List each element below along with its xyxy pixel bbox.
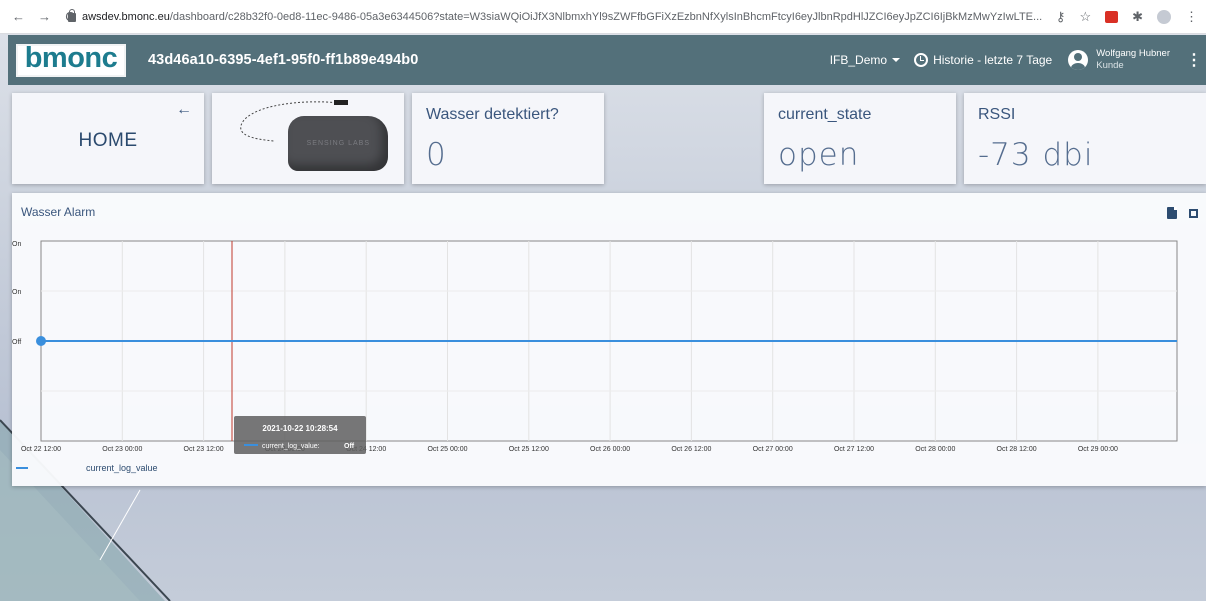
logo-text: bmonc	[24, 41, 118, 74]
export-file-icon[interactable]	[1167, 207, 1177, 219]
series-point	[36, 336, 46, 346]
tooltip-time: 2021-10-22 10:28:54	[262, 424, 338, 433]
x-tick-label: Oct 23 12:00	[184, 446, 224, 453]
rssi-card: RSSI -73 dbi	[964, 93, 1206, 184]
x-tick-label: Oct 26 12:00	[671, 446, 711, 453]
dashboard-select[interactable]: IFB_Demo	[829, 53, 901, 67]
water-detected-value: 0	[426, 137, 447, 173]
water-detected-title: Wasser detektiert?	[426, 106, 559, 123]
chart-legend[interactable]: current_log_value	[16, 463, 158, 473]
x-tick-label: Oct 25 00:00	[427, 446, 467, 453]
current-state-card: current_state open	[764, 93, 956, 184]
sensor-device-image: SENSING LABS	[288, 116, 388, 171]
x-tick-label: Oct 23 00:00	[102, 446, 142, 453]
sensor-brand-text: SENSING LABS	[306, 140, 370, 147]
chart-plot[interactable]: Oct 22 12:00 Oct 23 00:00 Oct 23 12:00 Oct …	[12, 233, 1206, 493]
y-tick-label: Off	[12, 339, 21, 346]
chevron-down-icon	[892, 58, 901, 62]
back-arrow-icon[interactable]: ←	[12, 9, 25, 24]
tooltip-value: Off	[344, 443, 355, 450]
url-path: /dashboard/c28b32f0-0ed8-11ec-9486-05a3e…	[169, 11, 1043, 23]
current-state-title: current_state	[778, 106, 872, 123]
address-bar[interactable]: awsdev.bmonc.eu /dashboard/c28b32f0-0ed8…	[68, 0, 1058, 34]
url-host: awsdev.bmonc.eu	[82, 11, 170, 23]
toolbar-right: IFB_Demo Historie - letzte 7 Tage Wolfga…	[829, 35, 1202, 85]
more-menu-icon[interactable]: ⋮	[1186, 50, 1202, 70]
timewindow-label: Historie - letzte 7 Tage	[933, 53, 1053, 67]
y-tick-label: On	[12, 241, 21, 248]
current-state-value: open	[778, 137, 860, 173]
user-role: Kunde	[1096, 60, 1124, 71]
star-icon[interactable]: ☆	[1079, 9, 1091, 25]
water-detected-card: Wasser detektiert? 0	[412, 93, 604, 184]
user-info[interactable]: Wolfgang Hubner Kunde	[1096, 48, 1170, 72]
browser-chrome: ← → C awsdev.bmonc.eu /dashboard/c28b32f…	[0, 0, 1206, 34]
bmonc-logo[interactable]: bmonc	[16, 41, 126, 77]
legend-label: current_log_value	[86, 463, 158, 473]
app-toolbar: bmonc 43d46a10-6395-4ef1-95f0-ff1b89e494…	[8, 35, 1206, 85]
back-arrow-icon[interactable]: ←	[176, 101, 192, 119]
panel-actions	[1167, 207, 1198, 219]
y-tick-label: On	[12, 289, 21, 296]
clock-icon	[914, 53, 929, 67]
extension-icon[interactable]	[1105, 11, 1119, 23]
user-name: Wolfgang Hubner	[1096, 48, 1170, 59]
profile-icon[interactable]	[1157, 10, 1171, 24]
x-tick-label: Oct 28 12:00	[997, 446, 1037, 453]
timewindow-button[interactable]: Historie - letzte 7 Tage	[914, 53, 1052, 67]
x-tick-label: Oct 28 00:00	[915, 446, 955, 453]
forward-arrow-icon[interactable]: →	[38, 9, 51, 24]
user-avatar-icon[interactable]	[1068, 50, 1089, 70]
x-tick-label: Oct 27 12:00	[834, 446, 874, 453]
x-tick-label: Oct 27 00:00	[753, 446, 793, 453]
x-tick-label: Oct 26 00:00	[590, 446, 630, 453]
sensor-image-card: SENSING LABS	[212, 93, 404, 184]
page-title: 43d46a10-6395-4ef1-95f0-ff1b89e494b0	[148, 52, 419, 68]
chart-panel: Wasser Alarm Oct 22 12:00 Oct 23 00:00 Oct…	[12, 193, 1206, 486]
chart-title: Wasser Alarm	[21, 205, 96, 219]
browser-menu-icon[interactable]: ⋮	[1185, 9, 1198, 25]
fullscreen-icon[interactable]	[1189, 208, 1198, 218]
x-tick-label: Oct 25 12:00	[509, 446, 549, 453]
lock-icon	[68, 8, 76, 22]
extensions-bar: ⚷ ☆ ✱ ⋮	[1056, 0, 1198, 34]
rssi-title: RSSI	[978, 106, 1016, 123]
home-label: HOME	[78, 130, 138, 151]
tooltip-series: current_log_value:	[262, 443, 320, 450]
x-tick-label: Oct 22 12:00	[21, 446, 61, 453]
x-tick-label: Oct 29 00:00	[1078, 446, 1118, 453]
key-icon[interactable]: ⚷	[1056, 9, 1066, 25]
legend-swatch	[16, 467, 28, 469]
dashboard-select-label: IFB_Demo	[829, 53, 888, 67]
home-card[interactable]: ← HOME	[12, 93, 204, 184]
rssi-value: -73 dbi	[978, 137, 1094, 173]
puzzle-icon[interactable]: ✱	[1132, 9, 1143, 25]
